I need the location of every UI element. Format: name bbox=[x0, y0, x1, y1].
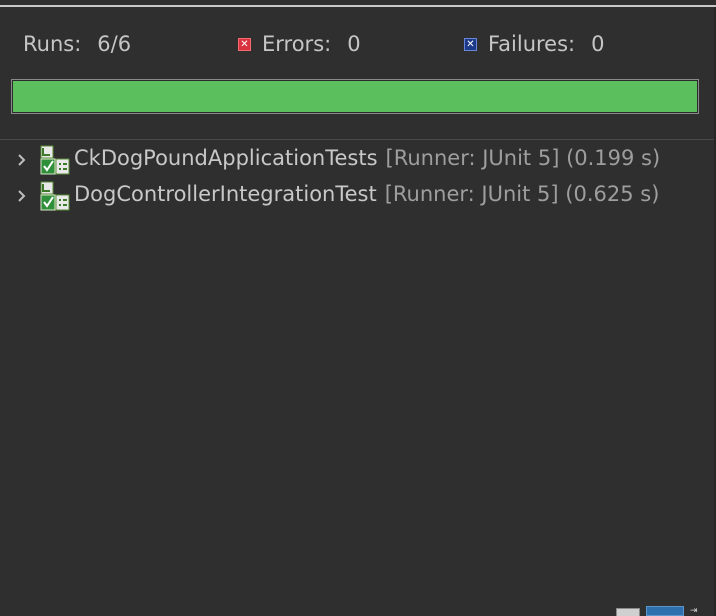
failures-label: Failures: bbox=[488, 32, 576, 56]
errors-value: 0 bbox=[347, 32, 361, 56]
test-tree: CkDogPoundApplicationTests [Runner: JUnit… bbox=[0, 143, 714, 215]
test-suite-passed-icon bbox=[40, 145, 70, 175]
runs-counter: Runs: 6/6 bbox=[23, 32, 131, 56]
error-icon: ✕ bbox=[238, 37, 251, 51]
progress-bar-fill bbox=[13, 81, 697, 112]
junit-view: Runs: 6/6 ✕ Errors: 0 ✕ Failures: 0 CkDo… bbox=[0, 0, 716, 616]
errors-counter: ✕ Errors: 0 bbox=[238, 32, 361, 56]
test-suite-meta: [Runner: JUnit 5] (0.199 s) bbox=[385, 146, 661, 170]
divider bbox=[0, 139, 714, 140]
counter-bar: Runs: 6/6 ✕ Errors: 0 ✕ Failures: 0 bbox=[0, 28, 716, 62]
failure-icon: ✕ bbox=[464, 37, 477, 51]
test-suite-row[interactable]: CkDogPoundApplicationTests [Runner: JUnit… bbox=[0, 143, 714, 179]
failures-value: 0 bbox=[591, 32, 605, 56]
layout-button-active[interactable] bbox=[646, 606, 684, 616]
test-suite-passed-icon bbox=[40, 181, 70, 211]
collapse-icon[interactable]: ⇥ bbox=[690, 606, 710, 616]
test-suite-label: CkDogPoundApplicationTests [Runner: JUnit… bbox=[74, 146, 660, 170]
runs-label: Runs: bbox=[23, 32, 82, 56]
test-suite-label: DogControllerIntegrationTest [Runner: JUn… bbox=[74, 182, 659, 206]
progress-bar bbox=[11, 79, 699, 114]
chevron-right-icon[interactable] bbox=[14, 188, 30, 204]
top-border bbox=[0, 5, 716, 7]
bottom-toolbar: ⇥ bbox=[616, 604, 710, 616]
test-suite-name: CkDogPoundApplicationTests bbox=[74, 146, 378, 170]
failures-counter: ✕ Failures: 0 bbox=[464, 32, 604, 56]
chevron-right-icon[interactable] bbox=[14, 152, 30, 168]
runs-value: 6/6 bbox=[97, 32, 132, 56]
test-suite-name: DogControllerIntegrationTest bbox=[74, 182, 377, 206]
test-suite-meta: [Runner: JUnit 5] (0.625 s) bbox=[384, 182, 660, 206]
layout-button[interactable] bbox=[616, 608, 640, 616]
errors-label: Errors: bbox=[262, 32, 332, 56]
test-suite-row[interactable]: DogControllerIntegrationTest [Runner: JUn… bbox=[0, 179, 714, 215]
